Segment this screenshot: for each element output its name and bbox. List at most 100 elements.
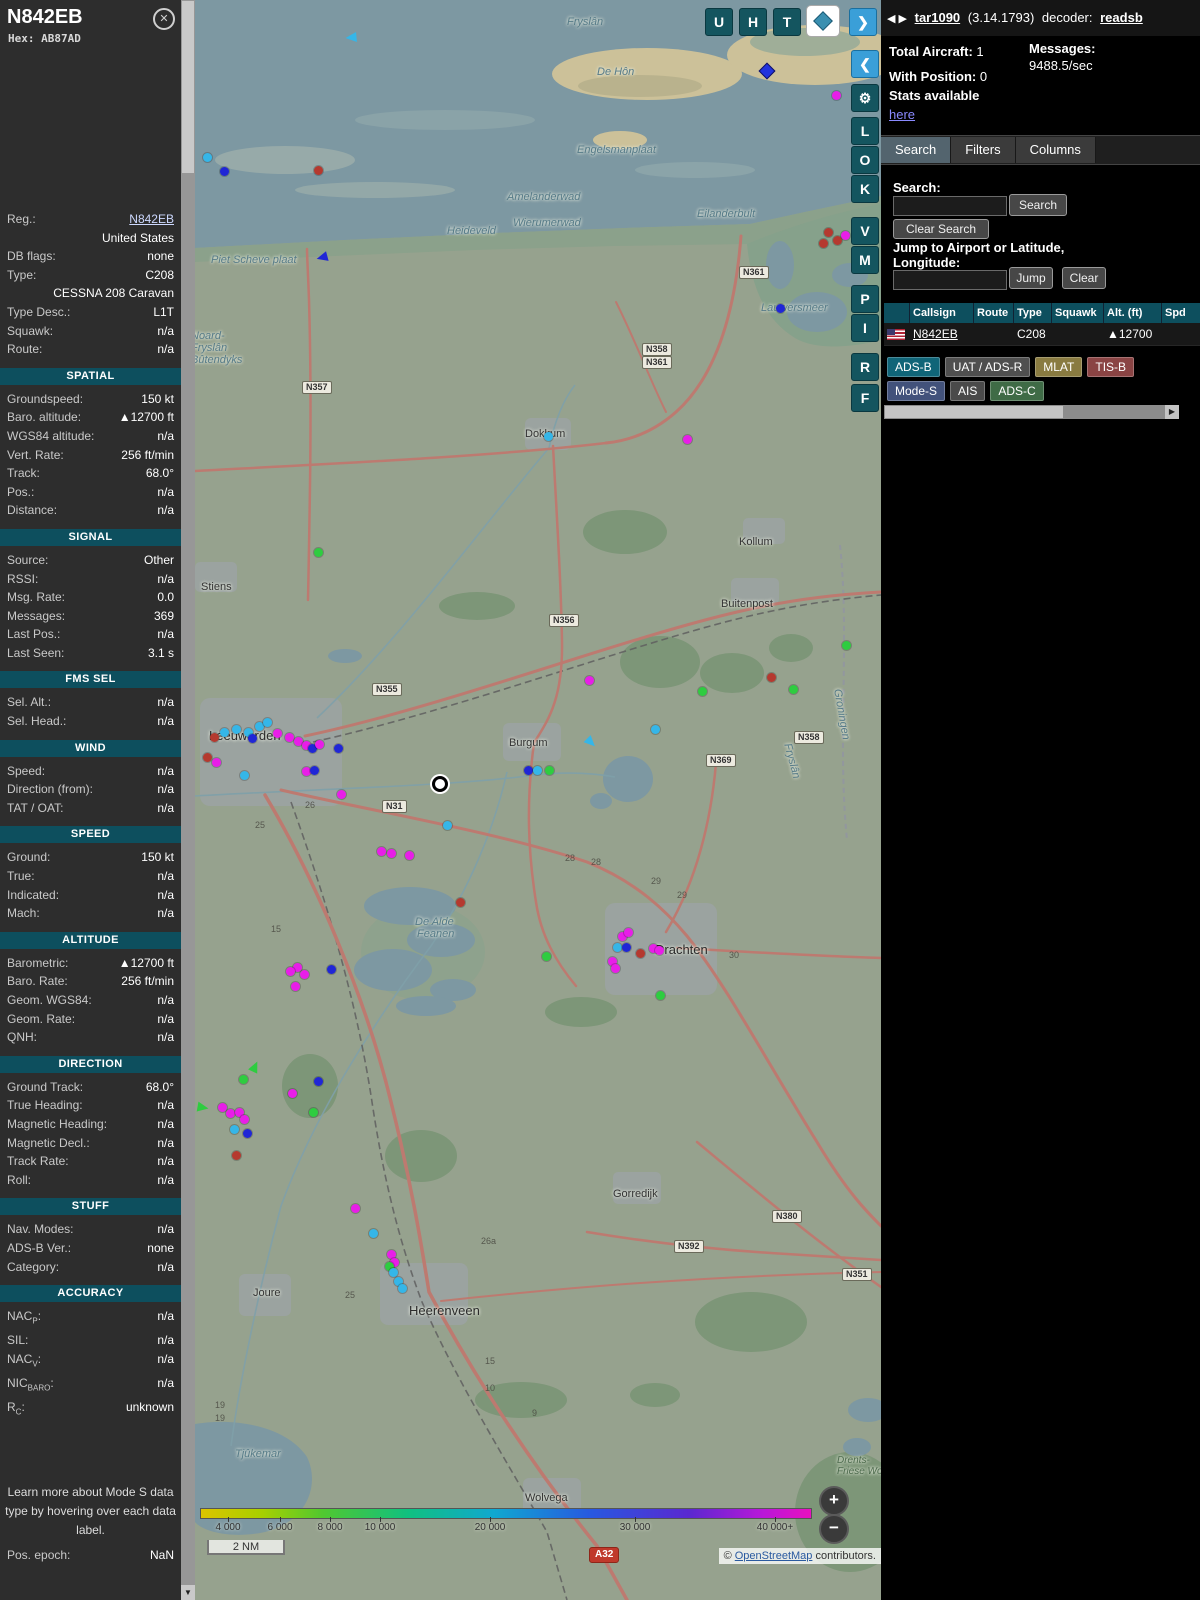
- layers-control[interactable]: [806, 5, 840, 37]
- aircraft-history-dot: [524, 766, 533, 775]
- detail-row: NACV: n/a: [0, 1350, 181, 1374]
- detail-value: ▲12700 ft: [118, 410, 174, 425]
- column-header-route[interactable]: Route: [974, 303, 1014, 323]
- us-flag-icon: [887, 329, 905, 340]
- reg-link[interactable]: N842EB: [36, 210, 174, 229]
- app-header: ◀ ▶ tar1090 (3.14.1793) decoder: readsb: [881, 0, 1200, 36]
- scrollbar-thumb[interactable]: [182, 1, 194, 173]
- search-input[interactable]: [893, 196, 1007, 216]
- column-header-squawk[interactable]: Squawk: [1052, 303, 1104, 323]
- zoom-in-button[interactable]: +: [819, 1486, 849, 1516]
- detail-label: DB flags:: [7, 249, 56, 264]
- section-header-signal: SIGNAL: [0, 528, 181, 546]
- filter-tis-b[interactable]: TIS-B: [1087, 357, 1135, 377]
- map-button-o[interactable]: O: [851, 146, 879, 174]
- detail-row: Messages: 369: [0, 607, 181, 626]
- section-header-altitude: ALTITUDE: [0, 931, 181, 949]
- openstreetmap-link[interactable]: OpenStreetMap: [735, 1550, 813, 1562]
- map-button-k[interactable]: K: [851, 175, 879, 203]
- table-row[interactable]: N842EB C208 ▲12700: [884, 323, 1200, 346]
- jump-button[interactable]: Jump: [1009, 267, 1053, 289]
- with-position-label: With Position:: [889, 69, 977, 84]
- detail-label: Track:: [7, 466, 40, 481]
- detail-value: n/a: [157, 1351, 174, 1366]
- tar1090-app: N842EB Hex: AB87AD ✕ Reg.: N842EB United S…: [0, 0, 1200, 1600]
- settings-gear-icon[interactable]: ⚙: [851, 84, 879, 112]
- detail-value: n/a: [157, 428, 174, 443]
- scrollbar-down-arrow-icon[interactable]: ▼: [181, 1585, 195, 1600]
- jump-clear-button[interactable]: Clear: [1062, 267, 1106, 289]
- zoom-out-button[interactable]: −: [819, 1514, 849, 1544]
- jump-input[interactable]: [893, 270, 1007, 290]
- hscrollbar-thumb[interactable]: [885, 406, 1063, 418]
- detail-value: none: [147, 1240, 174, 1255]
- panel-nav-arrows-icon[interactable]: ◀ ▶: [887, 13, 907, 25]
- detail-label: Magnetic Heading:: [7, 1116, 108, 1131]
- pos-epoch-value: NaN: [149, 1548, 174, 1562]
- map-button-l[interactable]: L: [851, 117, 879, 145]
- stats-here-link[interactable]: here: [889, 107, 915, 122]
- aircraft-history-dot: [622, 943, 631, 952]
- tab-filters[interactable]: Filters: [951, 137, 1016, 163]
- detail-label: Direction (from):: [7, 782, 94, 797]
- map-button-m[interactable]: M: [851, 246, 879, 274]
- map-label: Joure: [253, 1287, 281, 1299]
- filter-mode-s[interactable]: Mode-S: [887, 381, 946, 401]
- map-button-u[interactable]: U: [705, 8, 733, 36]
- hscrollbar-right-arrow-icon[interactable]: ▶: [1165, 405, 1179, 419]
- filter-ads-b[interactable]: ADS-B: [887, 357, 940, 377]
- detail-row: Msg. Rate: 0.0: [0, 588, 181, 607]
- map-button-v[interactable]: V: [851, 217, 879, 245]
- column-header-type[interactable]: Type: [1014, 303, 1052, 323]
- table-horizontal-scrollbar[interactable]: ▶: [884, 405, 1179, 419]
- detail-label: Messages:: [7, 608, 66, 623]
- detail-label: Distance:: [7, 503, 58, 518]
- aircraft-history-dot: [698, 687, 707, 696]
- detail-row: Baro. altitude: ▲12700 ft: [0, 408, 181, 427]
- filter-ais[interactable]: AIS: [950, 381, 986, 401]
- map-button-h[interactable]: H: [739, 8, 767, 36]
- map-button-f[interactable]: F: [851, 384, 879, 412]
- detail-row: Magnetic Decl.: n/a: [0, 1134, 181, 1153]
- messages-block: Messages: 9488.5/sec: [1029, 40, 1095, 74]
- clear-search-button[interactable]: Clear Search: [893, 219, 989, 239]
- tab-search[interactable]: Search: [881, 137, 952, 163]
- aircraft-history-dot: [230, 1125, 239, 1134]
- map-canvas[interactable]: Fryslân De Hôn Engelsmanplaat Amelanderwad W…: [195, 0, 881, 1600]
- column-header-callsign[interactable]: Callsign: [910, 303, 974, 323]
- aircraft-history-dot: [443, 821, 452, 830]
- search-button[interactable]: Search: [1009, 194, 1067, 216]
- aircraft-history-dot: [351, 1204, 360, 1213]
- map-label: Wolvega: [525, 1492, 568, 1504]
- filter-ads-c[interactable]: ADS-C: [990, 381, 1044, 401]
- section-header-stuff: STUFF: [0, 1198, 181, 1216]
- map-button-r[interactable]: R: [851, 353, 879, 381]
- readsb-link[interactable]: readsb: [1100, 10, 1143, 25]
- column-header-spd[interactable]: Spd: [1162, 303, 1200, 323]
- close-icon[interactable]: ✕: [153, 8, 175, 30]
- detail-value: n/a: [157, 906, 174, 921]
- detail-row: Groundspeed: 150 kt: [0, 390, 181, 409]
- detail-row: Route: n/a: [0, 340, 181, 359]
- detail-row: Distance: n/a: [0, 501, 181, 520]
- filter-uat-ads-r[interactable]: UAT / ADS-R: [944, 357, 1031, 377]
- tab-columns[interactable]: Columns: [1015, 137, 1096, 163]
- aircraft-history-dot: [544, 432, 553, 441]
- map-button-i[interactable]: I: [851, 314, 879, 342]
- aircraft-history-dot: [841, 231, 850, 240]
- aircraft-history-dot: [315, 740, 324, 749]
- expand-panel-button[interactable]: ❯: [849, 8, 877, 36]
- aircraft-history-dot: [286, 967, 295, 976]
- legend-tick-label: 6 000: [267, 1522, 293, 1533]
- left-panel-scrollbar[interactable]: ▼: [181, 0, 195, 1600]
- column-header-flag[interactable]: [884, 303, 910, 323]
- filter-mlat[interactable]: MLAT: [1035, 357, 1083, 377]
- aircraft-history-dot: [203, 753, 212, 762]
- table-cell[interactable]: N842EB: [910, 323, 974, 345]
- tar1090-link[interactable]: tar1090: [915, 10, 961, 25]
- map-button-t[interactable]: T: [773, 8, 801, 36]
- detail-label: Type Desc.:: [7, 304, 71, 319]
- collapse-panel-button[interactable]: ❮: [851, 50, 879, 78]
- column-header-alt-ft-[interactable]: Alt. (ft): [1104, 303, 1162, 323]
- map-button-p[interactable]: P: [851, 285, 879, 313]
